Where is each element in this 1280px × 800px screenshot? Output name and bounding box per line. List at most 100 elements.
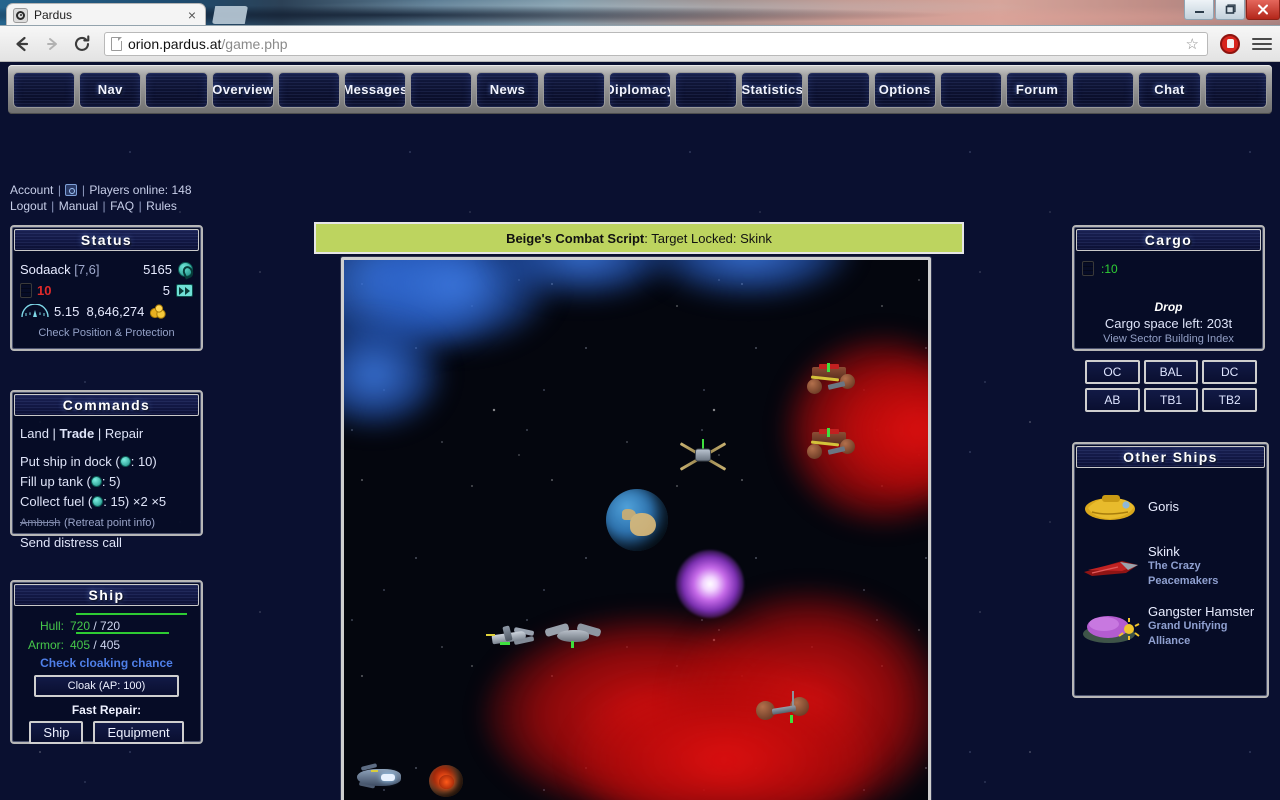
starbase-icon[interactable] [802, 428, 858, 462]
planet-icon[interactable] [606, 489, 668, 551]
hamburger-menu-icon[interactable] [1248, 37, 1272, 50]
nav-button-forum[interactable]: Forum [1006, 71, 1069, 108]
collect-multipliers[interactable]: ×2 ×5 [133, 494, 166, 509]
repair-ship-button[interactable]: Ship [29, 721, 84, 744]
browser-tab[interactable]: Pardus × [6, 3, 206, 25]
nav-button-diplomacy[interactable]: Diplomacy [608, 71, 672, 108]
commands-spacer [20, 444, 193, 452]
trade-link[interactable]: Trade [60, 426, 95, 441]
cargo-panel: Cargo :10 Drop Cargo space left: 203t Vi… [1072, 225, 1265, 351]
armor-bar [76, 632, 169, 634]
nav-button-label: Messages [344, 82, 407, 97]
check-position-link[interactable]: Check Position & Protection [20, 327, 193, 339]
nav-button-statistics[interactable]: Statistics [741, 71, 804, 108]
nav-button-news[interactable]: News [476, 71, 539, 108]
armor-separator: / [90, 638, 101, 652]
faq-link[interactable]: FAQ [110, 199, 134, 213]
quick-button-tb2[interactable]: TB2 [1202, 388, 1257, 412]
nav-button-nav[interactable]: Nav [79, 71, 142, 108]
combat-script-name: Beige's Combat Script [506, 230, 645, 246]
quick-button-ab[interactable]: AB [1085, 388, 1140, 412]
red-fighter-icon[interactable] [1082, 546, 1140, 586]
purple-hauler-icon[interactable] [1082, 606, 1140, 646]
cargo-drop-label[interactable]: Drop [1082, 300, 1255, 314]
back-arrow-icon[interactable] [8, 30, 36, 58]
other-ship-name[interactable]: Skink [1148, 544, 1259, 559]
fill-cost: : 5) [101, 474, 121, 489]
quick-buttons-grid: OC BAL DC AB TB1 TB2 [1085, 360, 1257, 412]
nav-slot-empty [807, 71, 870, 108]
browser-toolbar: orion.pardus.at/game.php ☆ [0, 26, 1280, 62]
reload-icon[interactable] [68, 30, 96, 58]
ship-icon[interactable] [544, 622, 602, 649]
other-ship-info: Gangster Hamster Grand Unifying Alliance [1148, 604, 1259, 649]
station-icon[interactable] [756, 691, 810, 723]
forward-arrow-icon[interactable] [38, 30, 66, 58]
status-panel: Status Sodaack [7,6] 5165 10 5 5.15 8,64… [10, 225, 203, 351]
maximize-button[interactable] [1215, 0, 1245, 20]
account-line-2: Logout | Manual | FAQ | Rules [10, 198, 192, 214]
status-panel-header: Status [14, 229, 199, 251]
address-bar[interactable]: orion.pardus.at/game.php ☆ [104, 31, 1208, 56]
fill-label: Fill up tank ( [20, 474, 91, 489]
combat-script-banner: Beige's Combat Script: Target Locked: Sk… [314, 222, 964, 254]
view-sector-building-index-link[interactable]: View Sector Building Index [1082, 333, 1255, 345]
other-ship-name[interactable]: Goris [1148, 499, 1179, 514]
collect-cost: : 15) [103, 494, 130, 509]
minimize-button[interactable] [1184, 0, 1214, 20]
nav-button-label: Statistics [741, 82, 804, 97]
sector-space-view[interactable] [341, 257, 931, 800]
quick-button-tb1[interactable]: TB1 [1143, 388, 1199, 412]
tab-close-icon[interactable]: × [185, 8, 199, 22]
repair-equipment-button[interactable]: Equipment [93, 721, 184, 744]
other-ship-name[interactable]: Gangster Hamster [1148, 604, 1259, 619]
player-name[interactable]: Sodaack [20, 262, 71, 277]
command-put-ship-in-dock[interactable]: Put ship in dock (: 10) [20, 452, 193, 472]
account-link[interactable]: Account [10, 183, 53, 197]
ambush-note[interactable]: (Retreat point info) [64, 517, 155, 529]
nav-button-messages[interactable]: Messages [344, 71, 407, 108]
command-send-distress-call[interactable]: Send distress call [20, 533, 193, 553]
other-ship-row[interactable]: Gangster Hamster Grand Unifying Alliance [1082, 596, 1259, 656]
fuel-canister-icon[interactable] [1082, 261, 1094, 276]
ship-icon[interactable] [351, 763, 409, 791]
logout-link[interactable]: Logout [10, 199, 47, 213]
wormhole-icon[interactable] [676, 550, 744, 618]
quick-button-dc[interactable]: DC [1202, 360, 1257, 384]
starbase-icon[interactable] [802, 363, 858, 397]
satellite-icon[interactable] [679, 432, 727, 478]
browser-window: Pardus × orion.pardus.at/game.php ☆ Nav … [0, 0, 1280, 800]
collect-label: Collect fuel ( [20, 494, 93, 509]
check-cloaking-chance-link[interactable]: Check cloaking chance [20, 656, 193, 670]
player-icon[interactable] [65, 184, 78, 196]
command-collect-fuel[interactable]: Collect fuel ( : 15) ×2 ×5 [20, 492, 193, 512]
other-ship-row[interactable]: Goris [1082, 476, 1259, 536]
repair-link[interactable]: Repair [105, 426, 143, 441]
nav-slot-empty [145, 71, 208, 108]
rules-link[interactable]: Rules [146, 199, 177, 213]
asteroid-icon[interactable] [429, 765, 463, 797]
close-window-button[interactable] [1246, 0, 1280, 20]
quick-button-bal[interactable]: BAL [1143, 360, 1199, 384]
other-ship-row[interactable]: Skink The Crazy Peacemakers [1082, 536, 1259, 596]
new-tab-button[interactable] [212, 6, 248, 24]
nav-button-options[interactable]: Options [873, 71, 936, 108]
separator-3: | [51, 199, 55, 213]
yellow-freighter-icon[interactable] [1082, 486, 1140, 526]
other-ship-alliance[interactable]: The Crazy Peacemakers [1148, 559, 1259, 589]
other-ships-list: Goris Skink The Crazy Peacemakers Gangster … [1074, 470, 1267, 664]
land-link[interactable]: Land [20, 426, 49, 441]
nav-button-overview[interactable]: Overview [211, 71, 274, 108]
command-fill-up-tank[interactable]: Fill up tank ( : 5) [20, 472, 193, 492]
other-ship-alliance[interactable]: Grand Unifying Alliance [1148, 619, 1259, 649]
distress-label: Send distress call [20, 535, 122, 550]
bookmark-star-icon[interactable]: ☆ [1184, 35, 1201, 53]
commands-panel: Commands Land | Trade | Repair Put ship … [10, 390, 203, 550]
quick-button-oc[interactable]: OC [1085, 360, 1140, 384]
cargo-item-qty: :10 [1101, 261, 1118, 276]
cloak-button[interactable]: Cloak (AP: 100) [34, 675, 179, 697]
manual-link[interactable]: Manual [59, 199, 98, 213]
nav-button-chat[interactable]: Chat [1138, 71, 1201, 108]
ship-icon[interactable] [484, 625, 538, 651]
adblock-icon[interactable] [1220, 33, 1240, 54]
